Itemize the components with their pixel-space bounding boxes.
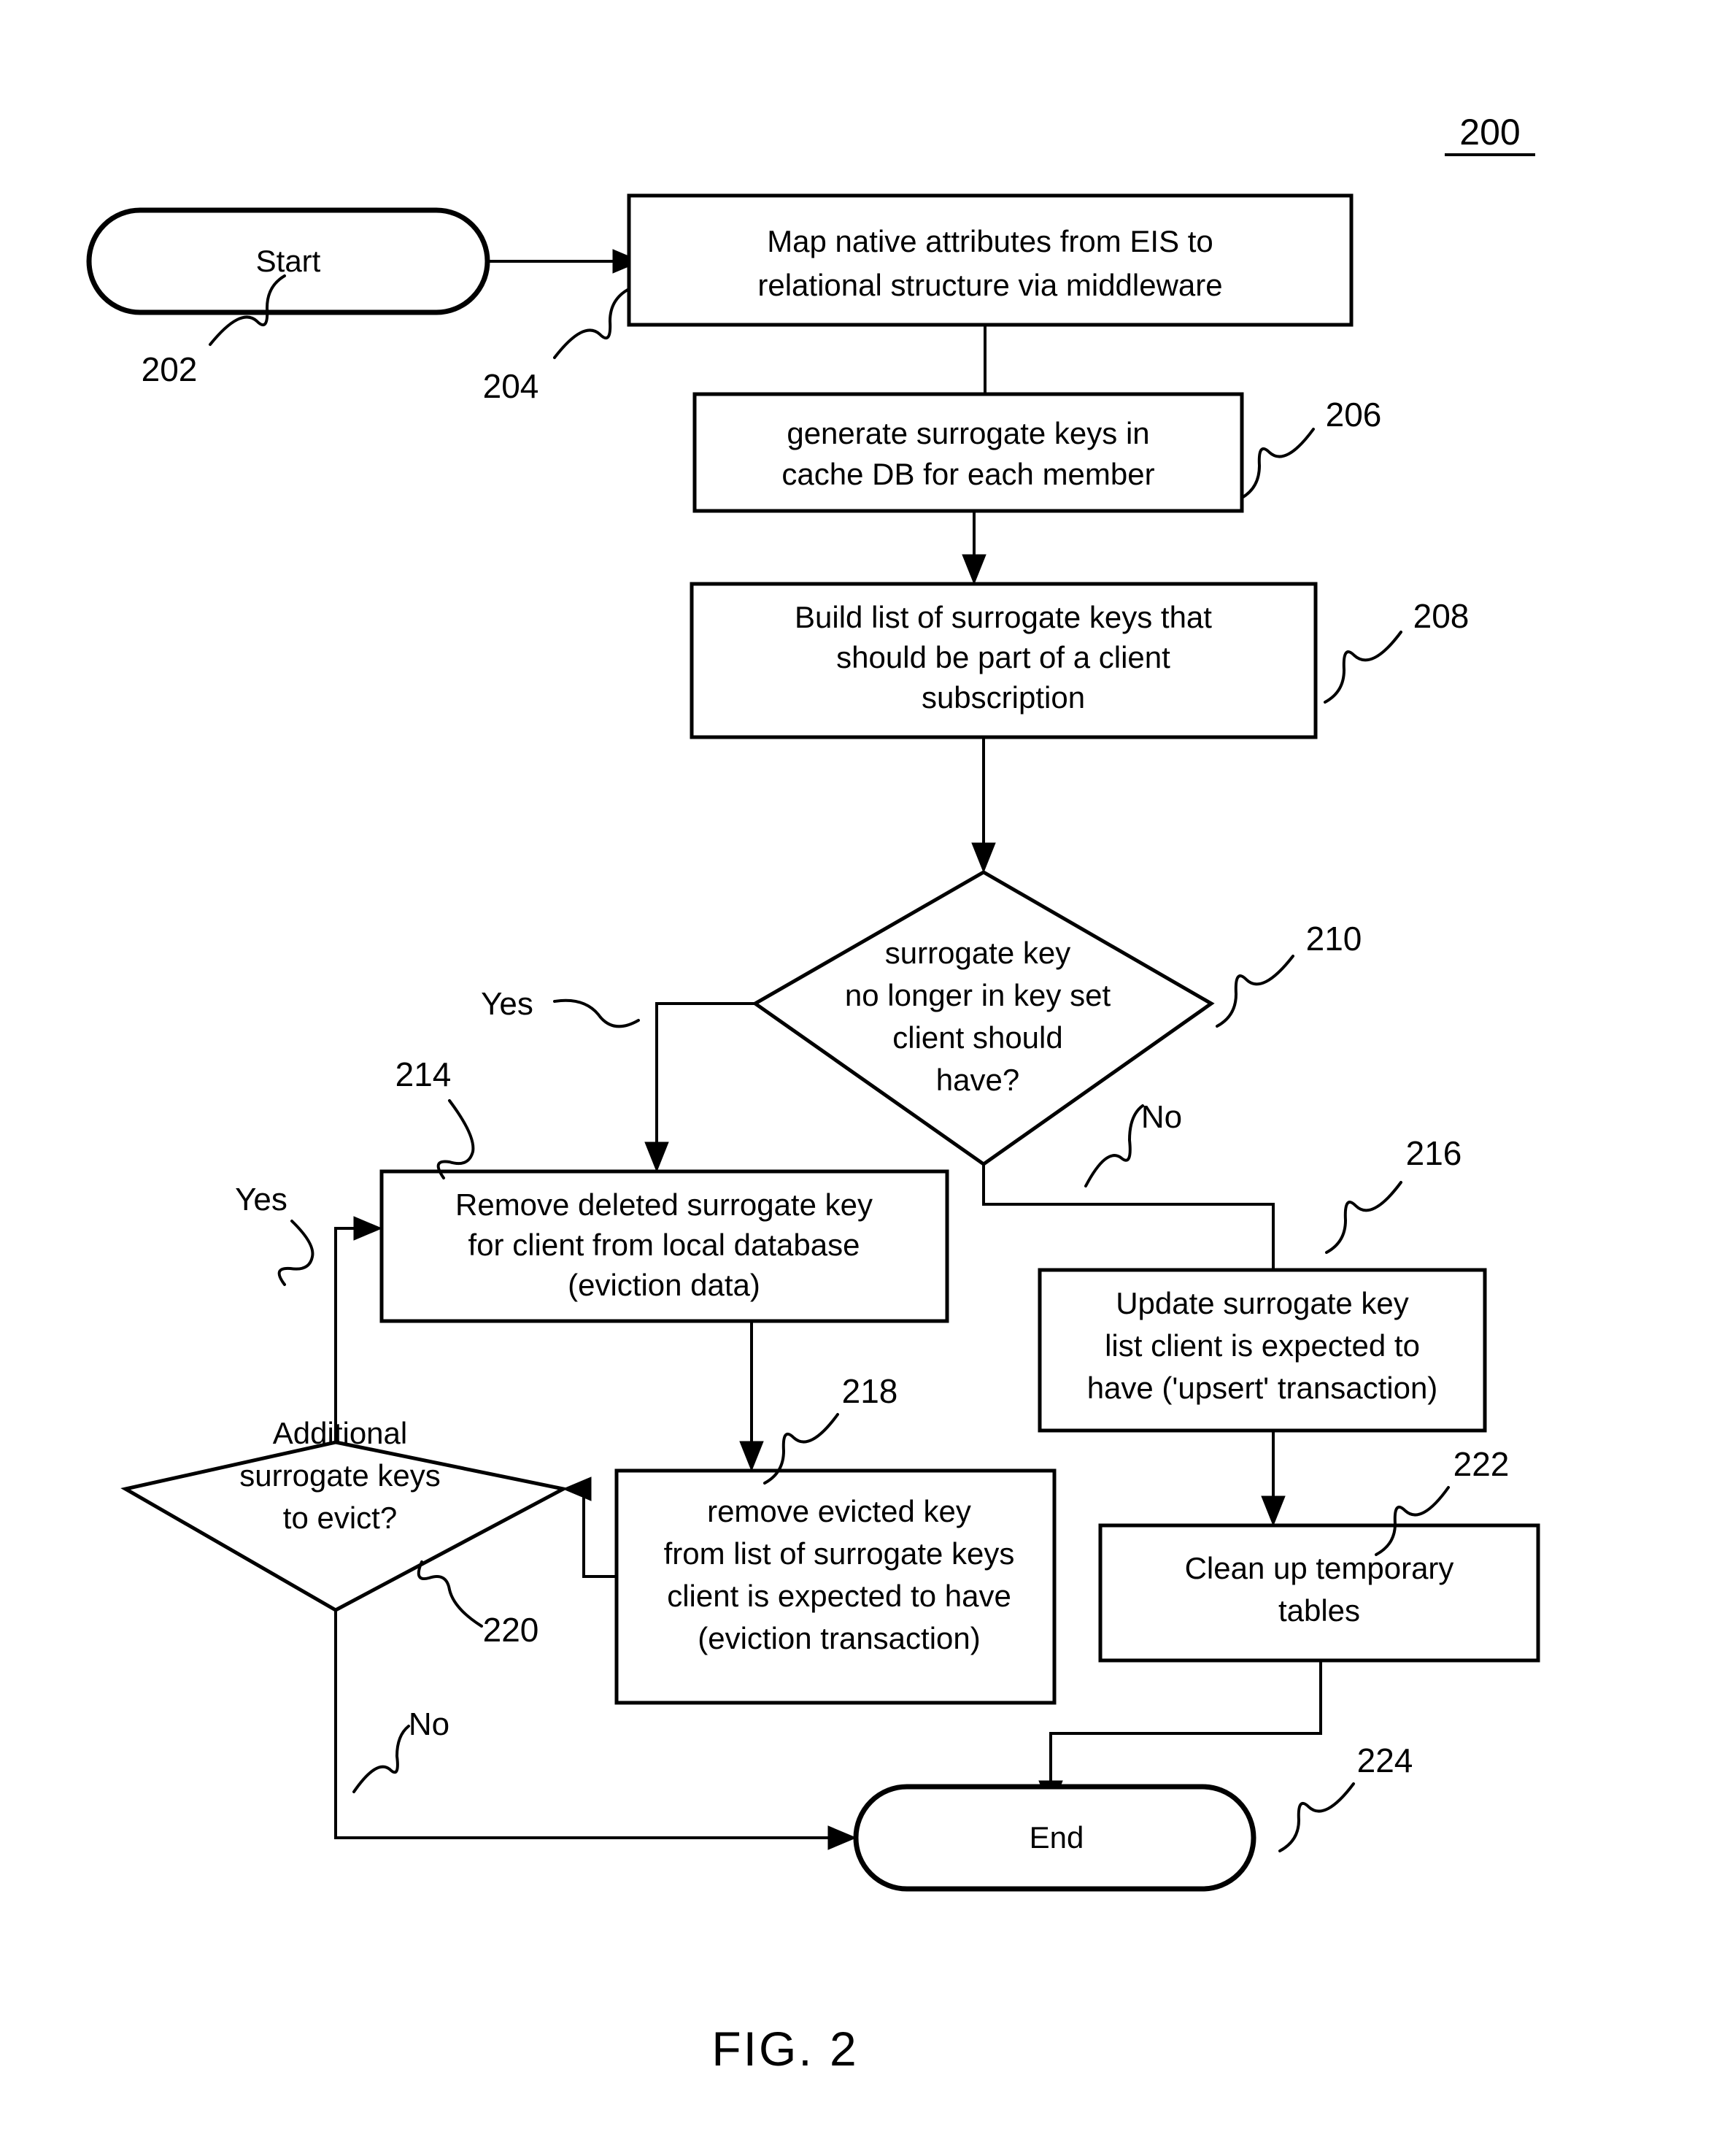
connector-update-list-to-cleanup bbox=[1261, 1431, 1286, 1527]
node-start[interactable]: Start bbox=[86, 207, 490, 315]
connector-remove-evicted-to-decision-more bbox=[562, 1477, 617, 1578]
connector-remove-deleted-to-remove-evicted bbox=[739, 1321, 764, 1472]
map-line-2: relational structure via middleware bbox=[757, 268, 1222, 302]
generate-line-1: generate surrogate keys in bbox=[787, 416, 1149, 450]
cleanup-line-1: Clean up temporary bbox=[1185, 1551, 1454, 1585]
ref-num-204: 204 bbox=[483, 367, 539, 405]
ref-210: 210 bbox=[1216, 920, 1362, 1028]
arrow-head-icon bbox=[353, 1216, 383, 1241]
connector-generate-to-build bbox=[962, 511, 987, 585]
remove-deleted-line-2: for client from local database bbox=[468, 1228, 860, 1262]
arrow-head-icon bbox=[971, 842, 996, 874]
yes-label-decision-key: Yes bbox=[481, 986, 533, 1022]
ref-220: 220 bbox=[417, 1560, 539, 1649]
update-list-line-1: Update surrogate key bbox=[1116, 1286, 1409, 1320]
decision-more-line-2: surrogate keys bbox=[239, 1458, 440, 1493]
remove-evicted-line-1: remove evicted key bbox=[707, 1494, 971, 1528]
node-decision-additional-keys[interactable]: Additional surrogate keys to evict? bbox=[120, 1416, 569, 1612]
patent-flowchart-figure: Start Map native attributes from EIS to … bbox=[0, 0, 1722, 2156]
ref-num-214: 214 bbox=[395, 1055, 452, 1093]
connector-decision-yes-to-remove-deleted bbox=[644, 1002, 755, 1173]
ref-num-208: 208 bbox=[1413, 597, 1470, 635]
flowchart-canvas: Start Map native attributes from EIS to … bbox=[86, 112, 1540, 2076]
ref-214: 214 bbox=[395, 1055, 475, 1179]
ref-224: 224 bbox=[1278, 1741, 1413, 1852]
branch-label-key-no: No bbox=[1084, 1099, 1182, 1187]
yes-label-decision-more: Yes bbox=[235, 1182, 287, 1217]
node-remove-evicted-key[interactable]: remove evicted key from list of surrogat… bbox=[614, 1468, 1057, 1705]
arrow-head-icon bbox=[1261, 1495, 1286, 1527]
decision-key-line-4: have? bbox=[936, 1063, 1019, 1097]
build-line-1: Build list of surrogate keys that bbox=[795, 600, 1212, 634]
branch-label-key-yes: Yes bbox=[481, 986, 640, 1028]
figure-caption: FIG. 2 bbox=[711, 2022, 858, 2076]
ref-208: 208 bbox=[1324, 597, 1470, 704]
generate-line-2: cache DB for each member bbox=[781, 457, 1154, 491]
arrow-head-icon bbox=[739, 1441, 764, 1472]
node-end[interactable]: End bbox=[853, 1784, 1256, 1892]
cleanup-line-2: tables bbox=[1278, 1593, 1360, 1628]
ref-num-210: 210 bbox=[1306, 920, 1362, 958]
arrow-head-icon bbox=[644, 1141, 669, 1173]
map-box-shape bbox=[627, 193, 1354, 327]
no-label-decision-more: No bbox=[409, 1706, 449, 1742]
ref-num-220: 220 bbox=[483, 1611, 539, 1649]
decision-more-line-1: Additional bbox=[273, 1416, 407, 1450]
branch-label-more-no: No bbox=[352, 1706, 449, 1793]
decision-key-line-1: surrogate key bbox=[885, 936, 1070, 970]
arrow-head-icon bbox=[827, 1825, 857, 1850]
ref-num-222: 222 bbox=[1453, 1445, 1510, 1483]
remove-deleted-line-3: (eviction data) bbox=[568, 1268, 760, 1302]
ref-num-202: 202 bbox=[142, 350, 198, 388]
ref-num-218: 218 bbox=[842, 1372, 898, 1410]
arrow-head-icon bbox=[962, 554, 987, 585]
ref-206: 206 bbox=[1240, 396, 1382, 499]
no-label-decision-key: No bbox=[1141, 1099, 1182, 1135]
map-line-1: Map native attributes from EIS to bbox=[767, 224, 1213, 258]
node-generate-surrogate-keys[interactable]: generate surrogate keys in cache DB for … bbox=[692, 392, 1244, 513]
update-list-line-2: list client is expected to bbox=[1105, 1328, 1420, 1363]
branch-label-more-yes: Yes bbox=[235, 1182, 314, 1286]
ref-216: 216 bbox=[1325, 1134, 1462, 1254]
ref-204: 204 bbox=[483, 288, 630, 405]
remove-evicted-line-4: (eviction transaction) bbox=[698, 1621, 981, 1655]
arrow-head-icon bbox=[562, 1477, 592, 1501]
connector-decision-more-yes-to-remove-deleted bbox=[334, 1216, 383, 1442]
connector-start-to-map bbox=[487, 249, 642, 274]
figure-id-group: 200 bbox=[1445, 112, 1535, 156]
remove-evicted-line-2: from list of surrogate keys bbox=[664, 1536, 1015, 1571]
node-build-list[interactable]: Build list of surrogate keys that should… bbox=[690, 582, 1318, 739]
ref-num-216: 216 bbox=[1406, 1134, 1462, 1172]
figure-id-label: 200 bbox=[1459, 112, 1520, 153]
node-update-key-list[interactable]: Update surrogate key list client is expe… bbox=[1038, 1268, 1487, 1433]
remove-deleted-line-1: Remove deleted surrogate key bbox=[455, 1187, 873, 1222]
decision-more-line-3: to evict? bbox=[283, 1501, 397, 1535]
decision-key-line-3: client should bbox=[892, 1020, 1062, 1055]
node-cleanup-temp-tables[interactable]: Clean up temporary tables bbox=[1098, 1523, 1540, 1663]
ref-218: 218 bbox=[763, 1372, 898, 1485]
start-label: Start bbox=[256, 244, 321, 278]
node-map-native-attributes[interactable]: Map native attributes from EIS to relati… bbox=[627, 193, 1354, 327]
generate-box-shape bbox=[692, 392, 1244, 513]
remove-evicted-line-3: client is expected to have bbox=[667, 1579, 1011, 1613]
ref-num-206: 206 bbox=[1326, 396, 1382, 434]
node-remove-deleted-key[interactable]: Remove deleted surrogate key for client … bbox=[379, 1169, 949, 1323]
ref-num-224: 224 bbox=[1357, 1741, 1413, 1779]
build-line-3: subscription bbox=[922, 680, 1085, 715]
decision-key-line-2: no longer in key set bbox=[845, 978, 1111, 1012]
end-label: End bbox=[1030, 1820, 1084, 1855]
build-line-2: should be part of a client bbox=[836, 640, 1170, 674]
update-list-line-3: have ('upsert' transaction) bbox=[1087, 1371, 1438, 1405]
connector-build-to-decision bbox=[971, 737, 996, 874]
